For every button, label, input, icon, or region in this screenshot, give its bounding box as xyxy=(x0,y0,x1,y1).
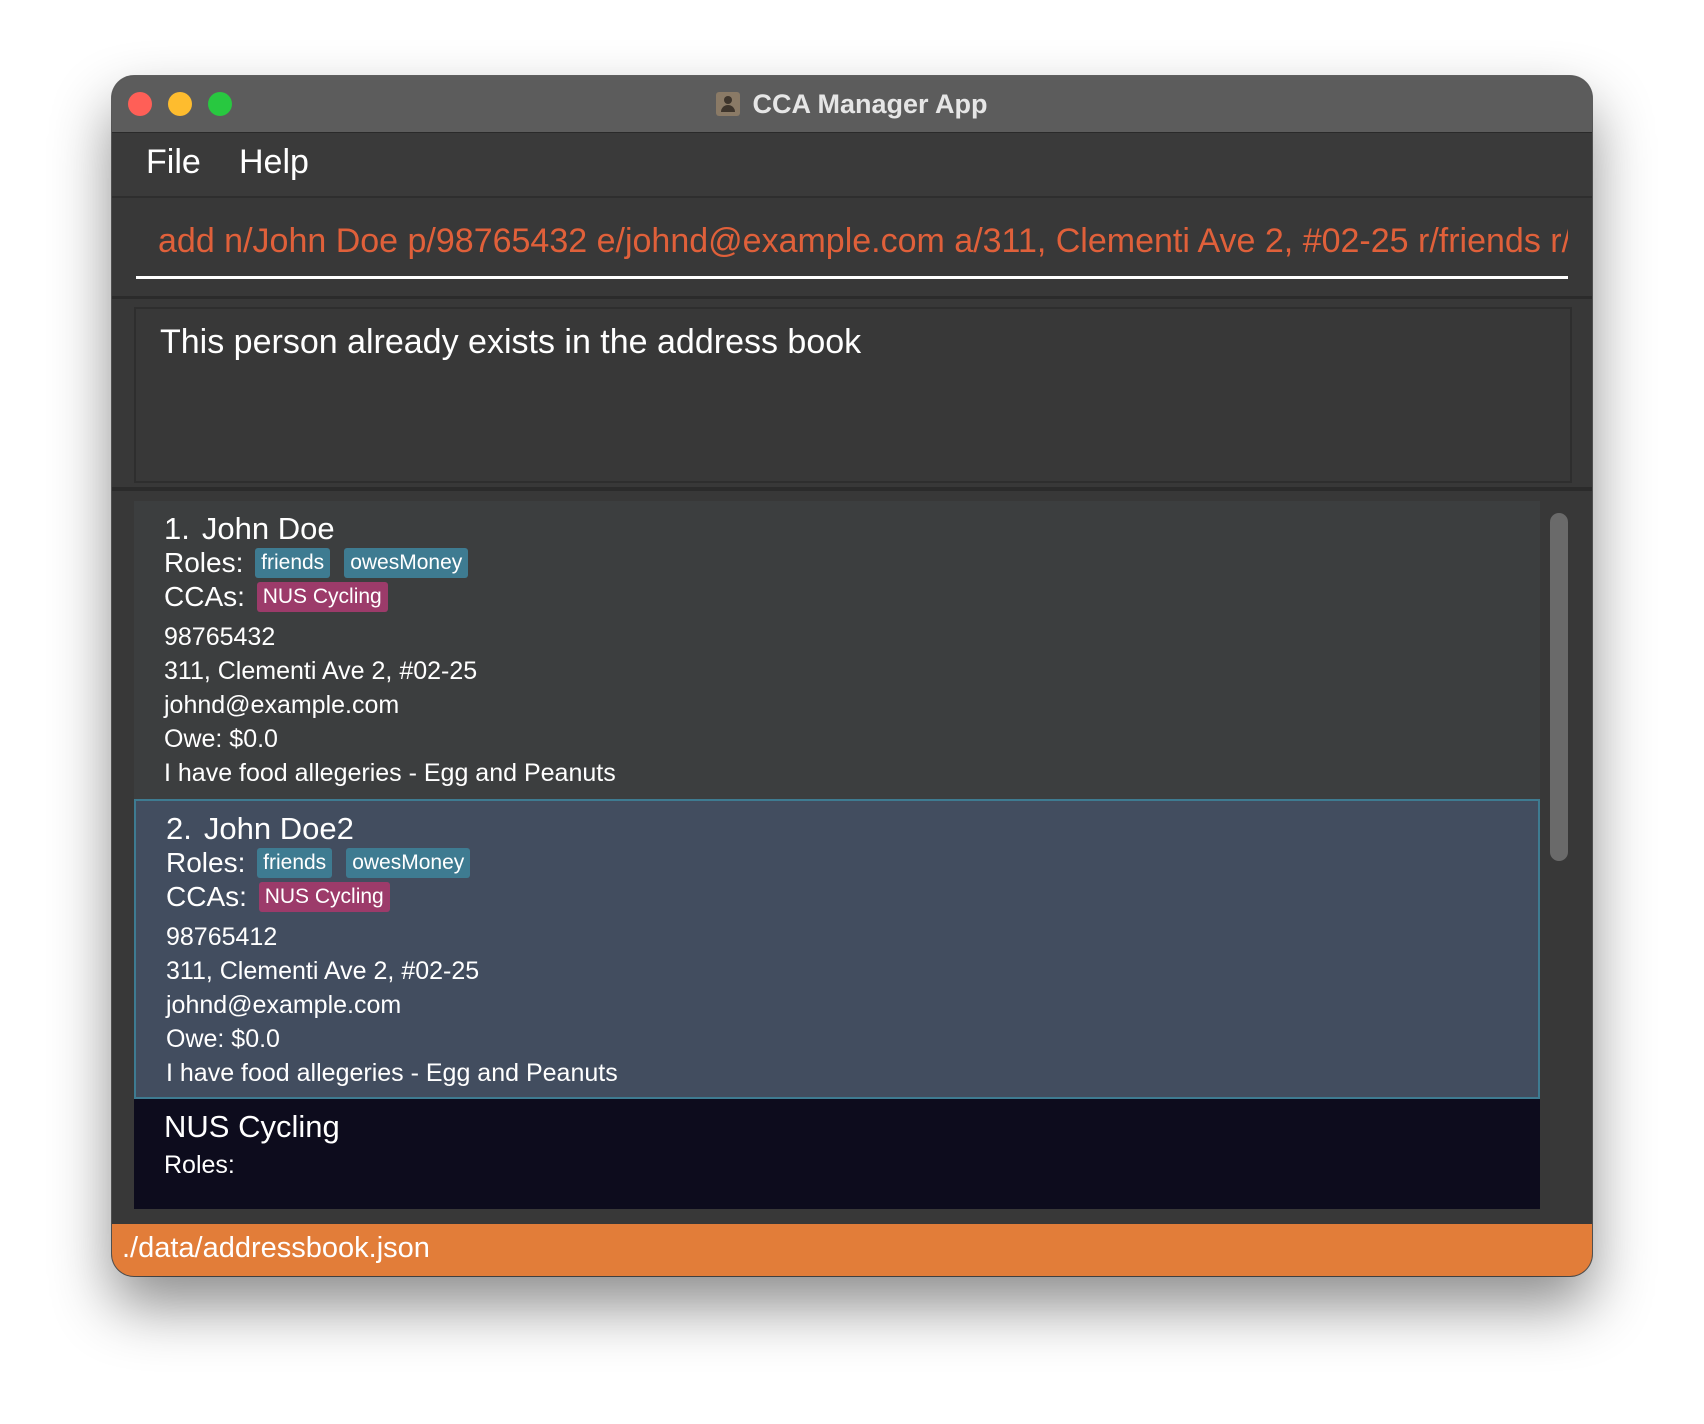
person-list-panel: 1. John Doe Roles: friends owesMoney CCAs:… xyxy=(112,491,1592,1221)
roles-row: Roles: friends owesMoney xyxy=(166,847,471,879)
person-owe: Owe: $0.0 xyxy=(164,725,278,753)
list-scrollbar[interactable] xyxy=(1544,501,1572,1209)
person-owe: Owe: $0.0 xyxy=(166,1025,280,1053)
role-tag: friends xyxy=(255,548,331,578)
window-title: CCA Manager App xyxy=(752,88,988,119)
cca-tag: NUS Cycling xyxy=(256,582,388,612)
result-display[interactable]: This person already exists in the addres… xyxy=(134,307,1572,483)
person-list[interactable]: 1. John Doe Roles: friends owesMoney CCAs:… xyxy=(134,501,1540,1209)
person-name: John Doe xyxy=(201,511,335,546)
cca-name: NUS Cycling xyxy=(164,1109,340,1144)
person-address: 311, Clementi Ave 2, #02-25 xyxy=(166,957,480,985)
ccas-label: CCAs: xyxy=(166,881,247,912)
roles-label: Roles: xyxy=(164,547,244,578)
role-tag: owesMoney xyxy=(344,548,469,578)
person-name: John Doe2 xyxy=(203,811,354,846)
person-phone: 98765412 xyxy=(166,923,278,951)
cca-tag: NUS Cycling xyxy=(258,882,390,912)
title-bar[interactable]: CCA Manager App xyxy=(112,76,1592,133)
person-note: I have food allegeries - Egg and Peanuts xyxy=(164,759,616,787)
person-index: 1. xyxy=(164,511,190,546)
roles-label: Roles: xyxy=(166,847,246,878)
scrollbar-thumb[interactable] xyxy=(1550,513,1568,861)
person-email: johnd@example.com xyxy=(166,991,402,1019)
ccas-row: CCAs: NUS Cycling xyxy=(166,881,390,913)
menu-bar: File Help xyxy=(112,133,1592,198)
result-message: This person already exists in the addres… xyxy=(160,323,862,361)
cca-roles-label: Roles: xyxy=(164,1151,235,1179)
roles-row: Roles: friends owesMoney xyxy=(164,547,469,579)
person-note: I have food allegeries - Egg and Peanuts xyxy=(166,1059,618,1087)
title-group: CCA Manager App xyxy=(112,76,1592,132)
result-display-area: This person already exists in the addres… xyxy=(112,299,1592,491)
person-name-line: 2. John Doe2 xyxy=(166,811,354,847)
person-phone: 98765432 xyxy=(164,623,276,651)
status-bar: ./data/addressbook.json xyxy=(112,1224,1592,1276)
person-name-line: 1. John Doe xyxy=(164,511,335,547)
command-input[interactable]: add n/John Doe p/98765432 e/johnd@exampl… xyxy=(136,208,1568,279)
role-tag: friends xyxy=(257,848,333,878)
person-address: 311, Clementi Ave 2, #02-25 xyxy=(164,657,478,685)
app-contact-icon xyxy=(716,92,741,116)
app-window: CCA Manager App File Help add n/John Doe… xyxy=(112,76,1592,1276)
person-card-selected[interactable]: 2. John Doe2 Roles: friends owesMoney CCAs… xyxy=(134,799,1540,1099)
person-email: johnd@example.com xyxy=(164,691,400,719)
cca-card[interactable]: NUS Cycling Roles: xyxy=(134,1099,1540,1209)
ccas-row: CCAs: NUS Cycling xyxy=(164,581,388,613)
command-text: add n/John Doe p/98765432 e/johnd@exampl… xyxy=(158,222,1568,260)
ccas-label: CCAs: xyxy=(164,581,245,612)
role-tag: owesMoney xyxy=(346,848,471,878)
menu-file[interactable]: File xyxy=(146,143,201,182)
person-index: 2. xyxy=(166,811,192,846)
save-location: ./data/addressbook.json xyxy=(122,1232,430,1264)
command-box: add n/John Doe p/98765432 e/johnd@exampl… xyxy=(112,198,1592,299)
menu-help[interactable]: Help xyxy=(239,143,309,182)
person-card[interactable]: 1. John Doe Roles: friends owesMoney CCAs:… xyxy=(134,501,1540,799)
